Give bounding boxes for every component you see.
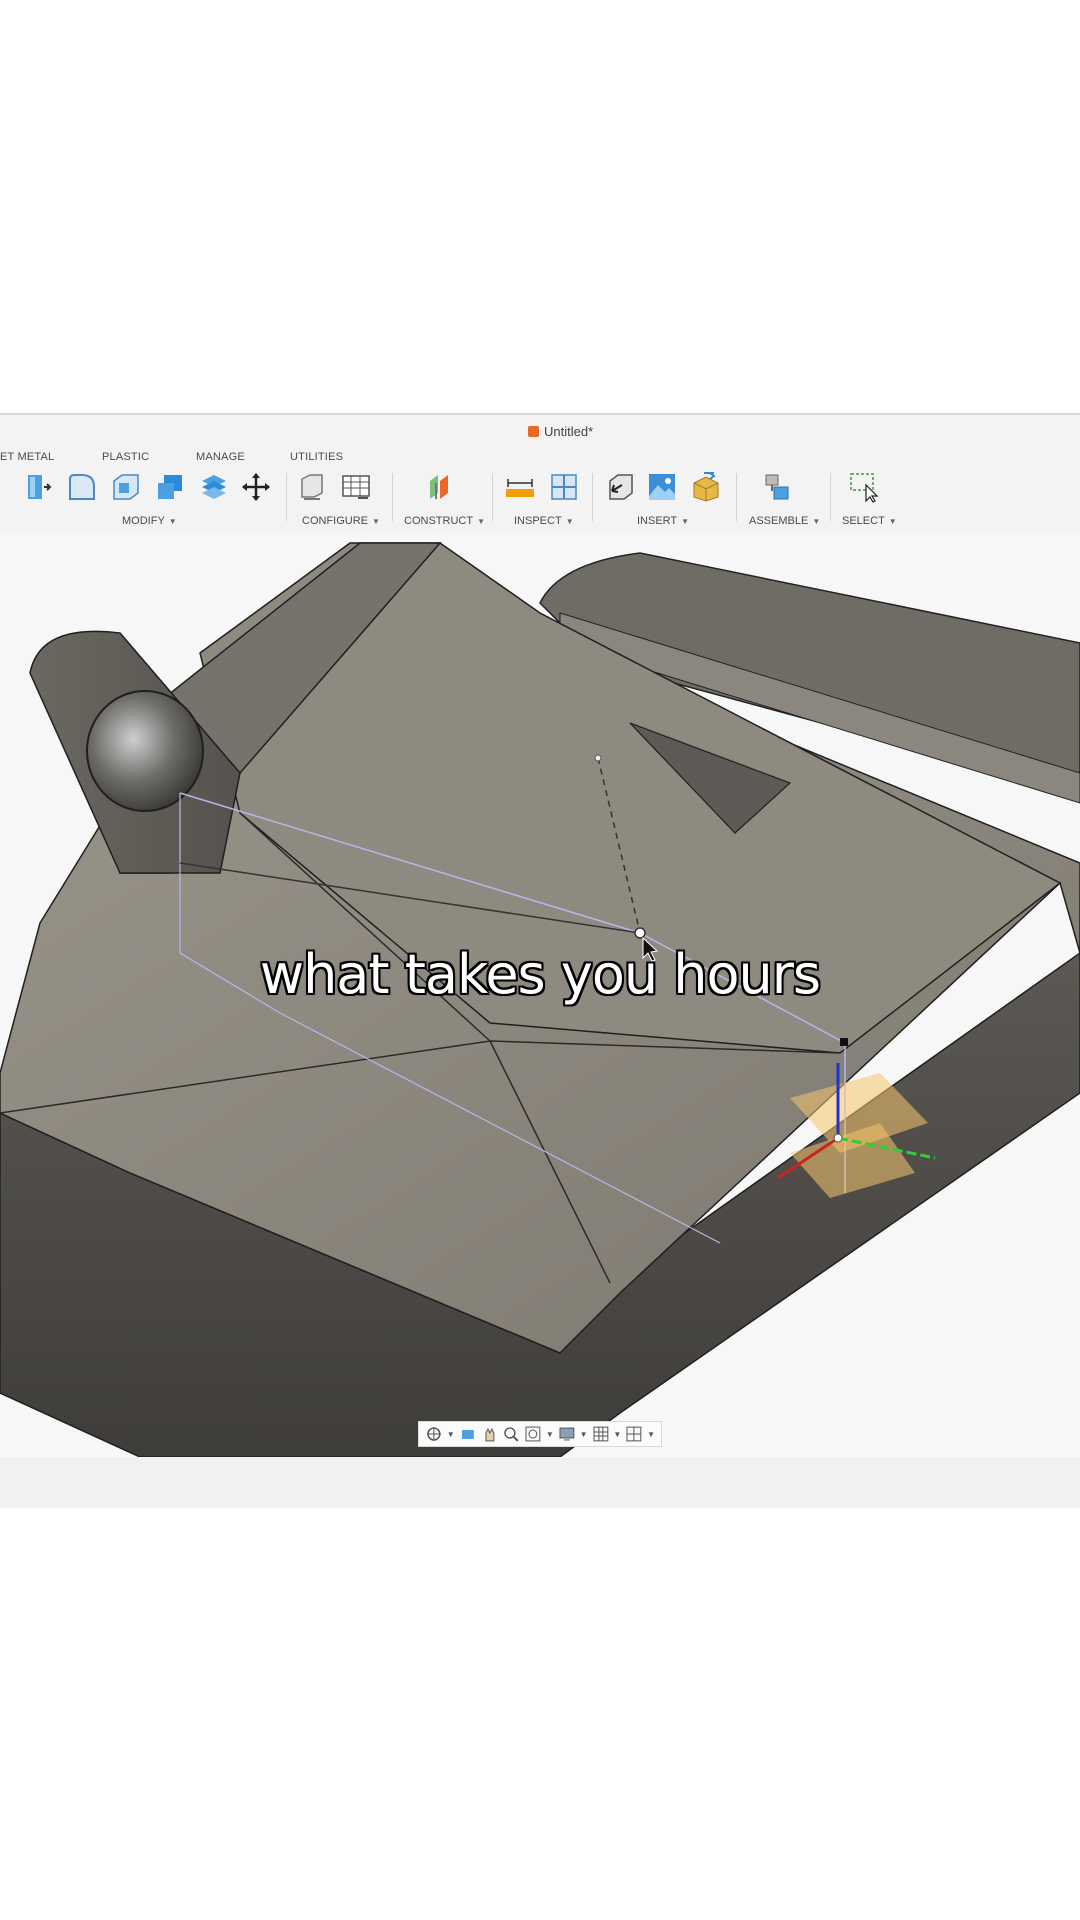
lug-hole: [86, 690, 204, 812]
navigation-bar: ▼ ▼ ▼ ▼ ▼: [418, 1421, 662, 1447]
tab-plastic[interactable]: PLASTIC: [102, 451, 149, 463]
inspect-menu[interactable]: INSPECT ▼: [514, 515, 574, 527]
toolbar-separator: [736, 473, 737, 521]
toolbar-separator: [592, 473, 593, 521]
3d-viewport[interactable]: what takes you hours: [0, 533, 1080, 1457]
tab-manage[interactable]: MANAGE: [196, 451, 245, 463]
configure-label: CONFIGURE: [302, 515, 368, 527]
measure-icon[interactable]: [504, 471, 536, 503]
modify-label: MODIFY: [122, 515, 165, 527]
insert-derive-icon[interactable]: [604, 471, 636, 503]
toolbar-separator: [392, 473, 393, 521]
combine-icon[interactable]: [154, 471, 186, 503]
toolbar: MODIFY ▼ CONFIGURE ▼ CONSTRUCT ▼ INSPECT ▼: [0, 471, 1080, 533]
fusion-app-window: Untitled* ET METAL PLASTIC MANAGE UTILIT…: [0, 413, 1080, 1508]
select-caret-icon: ▼: [888, 517, 897, 526]
tab-utilities[interactable]: UTILITIES: [290, 451, 343, 463]
orbit-caret-icon[interactable]: ▼: [447, 1430, 455, 1439]
construct-label: CONSTRUCT: [404, 515, 474, 527]
viewports-caret-icon[interactable]: ▼: [647, 1430, 655, 1439]
display-settings-icon[interactable]: [558, 1425, 576, 1443]
configure-caret-icon: ▼: [372, 517, 380, 526]
document-title-text: Untitled*: [544, 424, 594, 439]
toolbar-separator: [830, 473, 831, 521]
assemble-label: ASSEMBLE: [749, 515, 809, 527]
sketch-point[interactable]: [634, 927, 646, 939]
modify-menu[interactable]: MODIFY ▼: [122, 515, 177, 527]
select-menu[interactable]: SELECT ▼: [842, 515, 897, 527]
assemble-menu[interactable]: ASSEMBLE ▼: [749, 515, 820, 527]
fit-caret-icon[interactable]: ▼: [546, 1430, 554, 1439]
grid-icon[interactable]: [592, 1425, 610, 1443]
viewports-icon[interactable]: [625, 1425, 643, 1443]
table-icon[interactable]: [340, 471, 372, 503]
display-caret-icon[interactable]: ▼: [580, 1430, 588, 1439]
status-bar: [0, 1457, 1080, 1508]
select-icon[interactable]: [848, 471, 880, 503]
tab-sheet-metal[interactable]: ET METAL: [0, 451, 54, 463]
move-icon[interactable]: [240, 471, 272, 503]
inspect-caret-icon: ▼: [565, 517, 574, 526]
look-at-icon[interactable]: [459, 1425, 477, 1443]
replace-face-icon[interactable]: [198, 471, 230, 503]
construct-menu[interactable]: CONSTRUCT ▼: [404, 515, 485, 527]
grid-caret-icon[interactable]: ▼: [613, 1430, 621, 1439]
joint-icon[interactable]: [762, 471, 794, 503]
configure-menu[interactable]: CONFIGURE ▼: [302, 515, 380, 527]
inspect-label: INSPECT: [514, 515, 562, 527]
insert-mesh-icon[interactable]: [690, 471, 722, 503]
insert-caret-icon: ▼: [681, 517, 690, 526]
shell-icon[interactable]: [110, 471, 142, 503]
document-title[interactable]: Untitled*: [528, 424, 593, 439]
fit-icon[interactable]: [524, 1425, 542, 1443]
construct-caret-icon: ▼: [477, 517, 485, 526]
assemble-caret-icon: ▼: [812, 517, 821, 526]
plane-icon[interactable]: [424, 471, 456, 503]
press-pull-icon[interactable]: [22, 471, 54, 503]
section-analysis-icon[interactable]: [548, 471, 580, 503]
fillet-icon[interactable]: [66, 471, 98, 503]
orbit-icon[interactable]: [425, 1425, 443, 1443]
insert-label: INSERT: [637, 515, 678, 527]
modify-caret-icon: ▼: [168, 517, 177, 526]
zoom-icon[interactable]: [502, 1425, 520, 1443]
origin-point[interactable]: [833, 1133, 843, 1143]
toolbar-separator: [492, 473, 493, 521]
configure-icon[interactable]: [296, 471, 328, 503]
toolbar-separator: [286, 473, 287, 521]
pan-icon[interactable]: [481, 1425, 499, 1443]
select-label: SELECT: [842, 515, 885, 527]
canvas-image-icon[interactable]: [646, 471, 678, 503]
sketch-point[interactable]: [594, 754, 602, 762]
document-cube-icon: [528, 426, 539, 437]
insert-menu[interactable]: INSERT ▼: [637, 515, 689, 527]
workspace-tabs: ET METAL PLASTIC MANAGE UTILITIES: [0, 451, 1080, 467]
sketch-point[interactable]: [840, 1038, 848, 1046]
title-bar: Untitled*: [0, 415, 1080, 441]
video-caption: what takes you hours: [259, 943, 821, 1006]
